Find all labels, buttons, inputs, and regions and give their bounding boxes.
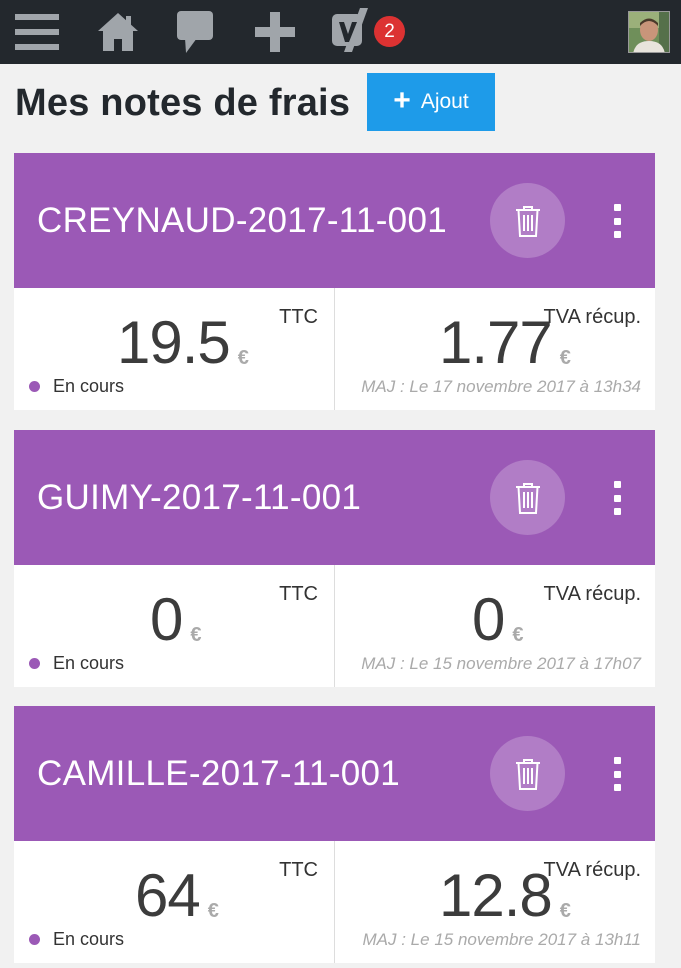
more-options-icon[interactable]: [606, 757, 628, 791]
ttc-label: TTC: [279, 306, 318, 328]
plus-icon: [255, 12, 295, 52]
delete-button[interactable]: [490, 736, 565, 811]
ttc-amount: 64 €: [135, 861, 219, 931]
currency-symbol: €: [190, 624, 202, 646]
status-label: En cours: [53, 653, 125, 673]
status-dot: [29, 658, 40, 669]
ttc-label: TTC: [279, 583, 318, 605]
ttc-value: 19.5: [117, 309, 231, 376]
yoast-icon: [332, 8, 368, 52]
expense-report-card[interactable]: GUIMY-2017-11-001 TTC 0 € En cours TVA r…: [14, 430, 655, 687]
comment-icon: [177, 11, 213, 53]
menu-icon: [15, 14, 59, 50]
ttc-amount: 19.5 €: [117, 308, 249, 378]
card-body: TTC 64 € En cours TVA récup. 12.8 € MAJ …: [14, 841, 655, 963]
expense-report-card[interactable]: CREYNAUD-2017-11-001 TTC 19.5 € En cours…: [14, 153, 655, 410]
trash-icon: [515, 482, 540, 514]
last-updated: MAJ : Le 17 novembre 2017 à 13h34: [361, 377, 641, 396]
tva-label: TVA récup.: [543, 583, 641, 605]
card-title[interactable]: CREYNAUD-2017-11-001: [37, 201, 447, 241]
delete-button[interactable]: [490, 460, 565, 535]
tva-column: TVA récup. 12.8 € MAJ : Le 15 novembre 2…: [334, 841, 655, 963]
comments-button[interactable]: [170, 0, 220, 64]
admin-bar: 2: [0, 0, 681, 64]
ttc-label: TTC: [279, 859, 318, 881]
menu-button[interactable]: [8, 0, 66, 64]
page-title: Mes notes de frais: [15, 82, 351, 124]
status-label: En cours: [53, 929, 125, 949]
status: En cours: [29, 376, 124, 397]
currency-symbol: €: [237, 347, 249, 369]
currency-symbol: €: [559, 347, 571, 369]
card-title[interactable]: GUIMY-2017-11-001: [37, 478, 361, 518]
tva-amount: 1.77 €: [439, 308, 571, 378]
ttc-value: 0: [150, 586, 183, 653]
add-button[interactable]: + Ajout: [367, 73, 495, 131]
currency-symbol: €: [512, 624, 524, 646]
card-header: CREYNAUD-2017-11-001: [14, 153, 655, 288]
tva-column: TVA récup. 1.77 € MAJ : Le 17 novembre 2…: [334, 288, 655, 410]
plus-icon: +: [393, 83, 411, 117]
new-content-button[interactable]: [248, 0, 302, 64]
card-header: CAMILLE-2017-11-001: [14, 706, 655, 841]
card-title[interactable]: CAMILLE-2017-11-001: [37, 754, 400, 794]
notification-badge: 2: [374, 16, 405, 47]
card-body: TTC 0 € En cours TVA récup. 0 € MAJ : Le…: [14, 565, 655, 687]
tva-value: 12.8: [439, 862, 553, 929]
status-dot: [29, 381, 40, 392]
ttc-column: TTC 64 € En cours: [14, 841, 334, 963]
status-label: En cours: [53, 376, 125, 396]
tva-value: 0: [472, 586, 505, 653]
add-button-label: Ajout: [420, 90, 469, 113]
trash-icon: [515, 758, 540, 790]
home-icon: [98, 13, 138, 51]
user-account-button[interactable]: [622, 0, 676, 64]
status-dot: [29, 934, 40, 945]
yoast-seo-button[interactable]: 2: [328, 0, 410, 64]
tva-amount: 12.8 €: [439, 861, 571, 931]
more-options-icon[interactable]: [606, 481, 628, 515]
expense-report-card[interactable]: CAMILLE-2017-11-001 TTC 64 € En cours TV…: [14, 706, 655, 963]
status: En cours: [29, 929, 124, 950]
ttc-column: TTC 19.5 € En cours: [14, 288, 334, 410]
card-header: GUIMY-2017-11-001: [14, 430, 655, 565]
avatar: [628, 11, 670, 53]
tva-value: 1.77: [439, 309, 553, 376]
last-updated: MAJ : Le 15 novembre 2017 à 13h11: [362, 930, 641, 949]
trash-icon: [515, 205, 540, 237]
more-options-icon[interactable]: [606, 204, 628, 238]
tva-amount: 0 €: [472, 585, 524, 655]
status: En cours: [29, 653, 124, 674]
tva-column: TVA récup. 0 € MAJ : Le 15 novembre 2017…: [334, 565, 655, 687]
delete-button[interactable]: [490, 183, 565, 258]
currency-symbol: €: [559, 900, 571, 922]
ttc-column: TTC 0 € En cours: [14, 565, 334, 687]
home-button[interactable]: [92, 0, 144, 64]
currency-symbol: €: [207, 900, 219, 922]
ttc-amount: 0 €: [150, 585, 202, 655]
ttc-value: 64: [135, 862, 201, 929]
last-updated: MAJ : Le 15 novembre 2017 à 17h07: [361, 654, 641, 673]
card-body: TTC 19.5 € En cours TVA récup. 1.77 € MA…: [14, 288, 655, 410]
